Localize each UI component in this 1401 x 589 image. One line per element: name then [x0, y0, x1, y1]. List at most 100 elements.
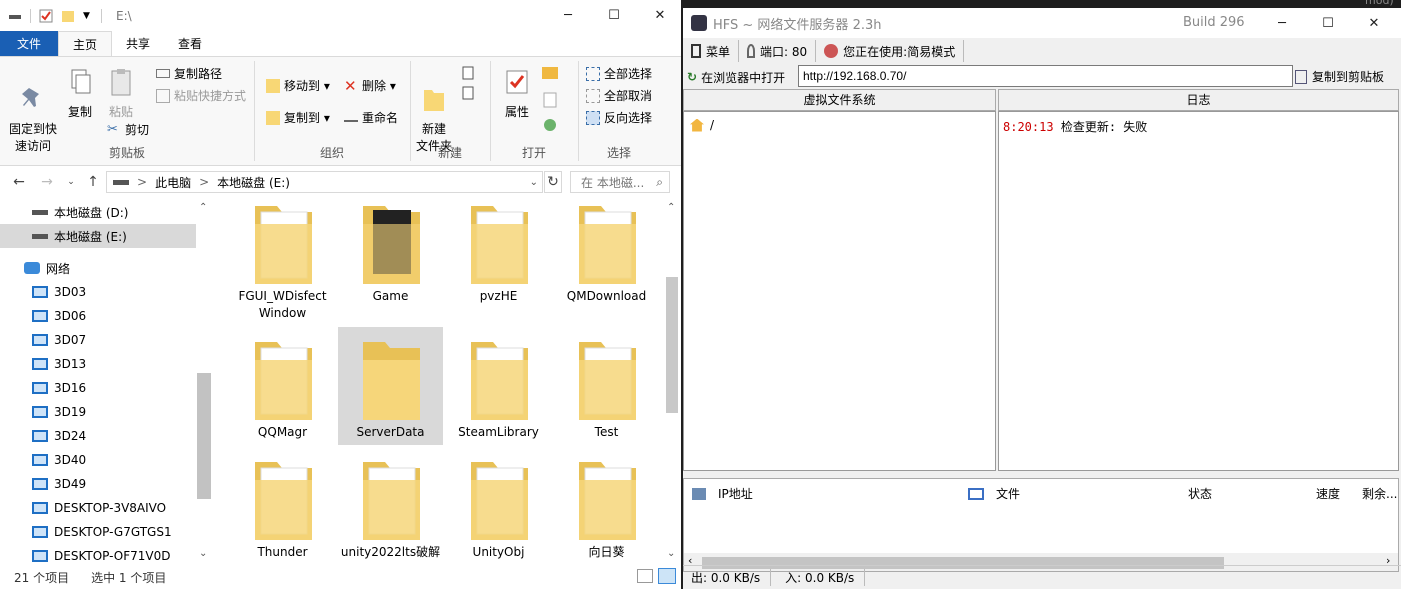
copy-clipboard-button[interactable]: 复制到剪贴板	[1295, 68, 1384, 85]
tab-view[interactable]: 查看	[164, 31, 216, 56]
col-remaining[interactable]: 剩余...	[1362, 485, 1397, 502]
nav-item-computer[interactable]: 3D16	[0, 376, 196, 400]
nav-item-network[interactable]: 网络	[0, 256, 196, 280]
vfs-pane[interactable]: /	[683, 111, 996, 471]
folder-item[interactable]: pvzHE	[446, 200, 551, 314]
breadcrumb-drive-e[interactable]: 本地磁盘 (E:)	[217, 174, 290, 191]
col-file[interactable]: 文件	[968, 485, 1020, 502]
hfs-titlebar[interactable]: HFS ~ 网络文件服务器 2.3h Build 296 ─ ☐ ✕	[683, 8, 1401, 38]
log-pane[interactable]: 8:20:13 检查更新: 失败	[998, 111, 1399, 471]
nav-item-computer[interactable]: 3D19	[0, 400, 196, 424]
breadcrumb-sep: >	[199, 175, 210, 189]
explorer-titlebar[interactable]: ▼ E:\ ─ ☐ ✕	[0, 0, 681, 31]
nav-item-computer[interactable]: 3D13	[0, 352, 196, 376]
folder-name: UnityObj	[472, 545, 525, 559]
col-status[interactable]: 状态	[1188, 485, 1212, 502]
folder-item[interactable]: Test	[554, 336, 659, 450]
new-folder-quick-icon[interactable]	[61, 9, 75, 23]
col-speed[interactable]: 速度	[1316, 485, 1340, 502]
url-field[interactable]: http://192.168.0.70/	[798, 65, 1293, 87]
folder-item[interactable]: Thunder	[230, 456, 335, 570]
recent-locations-chevron-icon[interactable]: ⌄	[62, 172, 80, 192]
hfs-toolbar: 菜单 端口: 80 您正在使用:简易模式	[683, 38, 1401, 64]
menu-button[interactable]: 菜单	[683, 40, 740, 62]
nav-scrollbar-thumb[interactable]	[197, 373, 211, 499]
connections-pane[interactable]: IP地址 文件 状态 速度 剩余... ‹ ›	[683, 478, 1399, 572]
address-row: ← → ⌄ ↑ > 此电脑 > 本地磁盘 (E:) ⌄ ↻ 在 本地磁... ⌕	[0, 168, 681, 198]
nav-item-computer[interactable]: DESKTOP-3V8AIVO	[0, 496, 196, 520]
clipboard-icon	[1295, 69, 1307, 84]
address-bar[interactable]: > 此电脑 > 本地磁盘 (E:) ⌄	[106, 171, 543, 193]
col-ip[interactable]: IP地址	[692, 485, 753, 502]
customize-quick-access-chevron-icon[interactable]: ▼	[83, 9, 93, 23]
search-icon: ⌕	[656, 174, 663, 189]
refresh-button[interactable]: ↻	[544, 171, 562, 193]
folder-item[interactable]: QQMagr	[230, 336, 335, 450]
tab-share[interactable]: 共享	[112, 31, 164, 56]
vfs-header: 虚拟文件系统	[683, 89, 996, 111]
nav-scroll-down-icon[interactable]: ⌄	[199, 548, 207, 559]
folder-item-selected[interactable]: ServerData	[338, 327, 443, 445]
nav-scroll-up-icon[interactable]: ⌃	[199, 202, 207, 213]
maximize-button[interactable]: ☐	[591, 0, 637, 31]
properties-check-icon[interactable]	[39, 9, 53, 23]
folder-icon	[470, 462, 528, 540]
nav-item-computer[interactable]: 3D06	[0, 304, 196, 328]
tab-file[interactable]: 文件	[0, 31, 58, 56]
nav-item-drive-d[interactable]: 本地磁盘 (D:)	[0, 200, 196, 224]
folder-name: Test	[594, 425, 619, 439]
hfs-url-row: ↻ 在浏览器中打开 http://192.168.0.70/ 复制到剪贴板	[683, 64, 1401, 90]
folder-item[interactable]: SteamLibrary	[446, 336, 551, 450]
large-icons-view-icon[interactable]	[658, 568, 676, 584]
folder-item[interactable]: FGUI_WDisfect Window	[230, 200, 335, 320]
nav-item-computer[interactable]: 3D40	[0, 448, 196, 472]
folder-item[interactable]: unity2022lts破解	[338, 456, 443, 570]
folder-item[interactable]: Game	[338, 200, 443, 314]
ribbon: 固定到快 速访问 复制 粘贴 复制路径 粘贴快捷方式 ✂ 剪切 剪贴板 移动到 ▾…	[0, 56, 681, 166]
hfs-maximize-button[interactable]: ☐	[1305, 8, 1351, 39]
computer-icon	[32, 310, 48, 322]
content-scroll-up-icon[interactable]: ⌃	[667, 202, 675, 213]
nav-item-computer[interactable]: 3D07	[0, 328, 196, 352]
folder-item[interactable]: QMDownload	[554, 200, 659, 314]
nav-item-computer[interactable]: 3D03	[0, 280, 196, 304]
select-group-label: 选择	[606, 146, 631, 160]
nav-item-computer[interactable]: 3D49	[0, 472, 196, 496]
back-button[interactable]: ←	[10, 172, 28, 192]
folder-item[interactable]: 向日葵	[554, 456, 659, 570]
nav-item-computer[interactable]: 3D24	[0, 424, 196, 448]
open-browser-button[interactable]: ↻ 在浏览器中打开	[687, 69, 785, 86]
forward-button[interactable]: →	[38, 172, 56, 192]
mode-button[interactable]: 您正在使用:简易模式	[816, 40, 965, 62]
address-dropdown-icon[interactable]: ⌄	[530, 177, 538, 188]
up-button[interactable]: ↑	[84, 172, 102, 192]
folder-name: 向日葵	[588, 545, 625, 559]
content-scrollbar-thumb[interactable]	[666, 277, 678, 413]
content-scroll-down-icon[interactable]: ⌄	[667, 548, 675, 559]
nav-item-computer[interactable]: DESKTOP-G7GTGS1	[0, 520, 196, 544]
search-box[interactable]: 在 本地磁... ⌕	[570, 171, 670, 193]
folder-name: Game	[372, 289, 409, 303]
details-view-icon[interactable]	[637, 569, 653, 583]
folder-icon	[362, 462, 420, 540]
navigation-pane: 本地磁盘 (D:) 本地磁盘 (E:) 网络 3D03 3D06 3D07 3D…	[0, 200, 212, 565]
close-button[interactable]: ✕	[637, 0, 681, 31]
port-button[interactable]: 端口: 80	[739, 40, 817, 62]
hfs-build: Build 296	[1183, 15, 1245, 30]
vfs-root-item[interactable]: /	[690, 118, 714, 132]
clipboard-group-label: 剪贴板	[108, 146, 145, 160]
folder-icon	[362, 342, 420, 420]
minimize-button[interactable]: ─	[545, 0, 591, 31]
hfs-minimize-button[interactable]: ─	[1259, 8, 1305, 39]
nav-item-label: 3D07	[54, 333, 87, 347]
hfs-close-button[interactable]: ✕	[1351, 8, 1397, 39]
network-icon	[692, 487, 706, 500]
search-placeholder: 在 本地磁...	[581, 175, 645, 190]
nav-item-label: 3D13	[54, 357, 87, 371]
computer-icon	[32, 550, 48, 562]
folder-item[interactable]: UnityObj	[446, 456, 551, 570]
tab-home[interactable]: 主页	[58, 31, 113, 56]
nav-item-drive-e[interactable]: 本地磁盘 (E:)	[0, 224, 196, 248]
breadcrumb-this-pc[interactable]: 此电脑	[155, 174, 191, 191]
folder-icon	[470, 342, 528, 420]
